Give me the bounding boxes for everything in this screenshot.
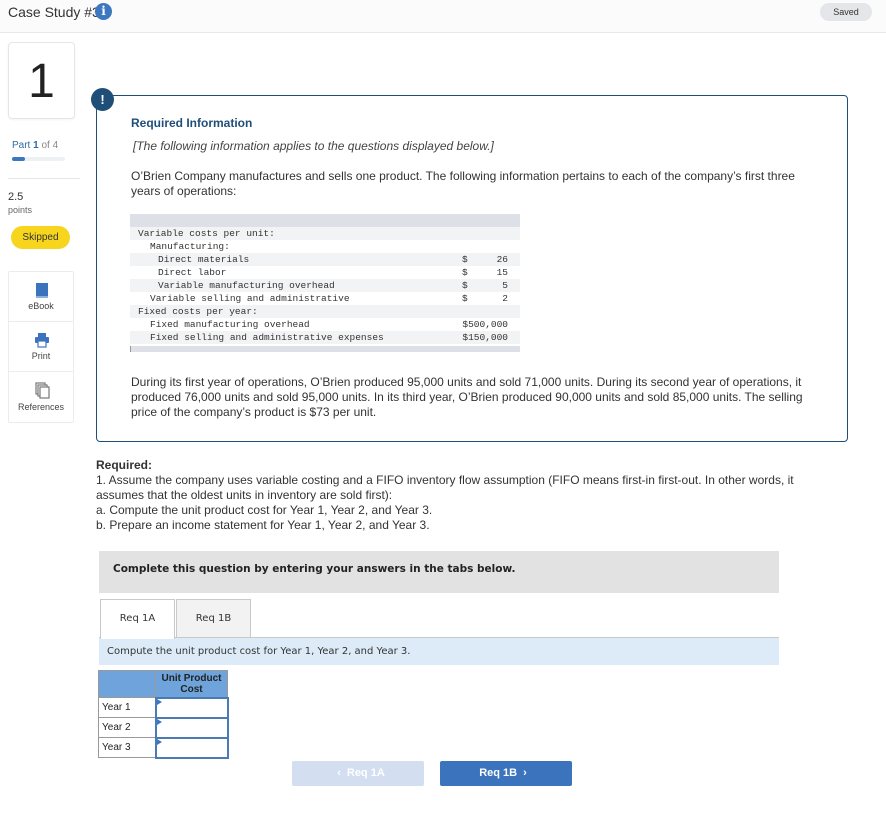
chevron-left-icon: ‹ (337, 767, 341, 779)
skipped-status-badge: Skipped (11, 226, 70, 249)
required-title: Required: (96, 458, 153, 472)
table-row: Year 1 (98, 696, 229, 719)
cost-row-label: Variable costs per unit: (138, 228, 275, 239)
cost-row-currency: $ (462, 280, 468, 291)
cost-row-amount: 26 (496, 254, 508, 265)
prev-req-1a-button[interactable]: ‹ Req 1A (292, 761, 424, 786)
row-label-year-1: Year 1 (98, 697, 156, 718)
book-icon (36, 283, 48, 298)
next-label: Req 1B (479, 767, 518, 779)
company-intro-text: O’Brien Company manufactures and sells o… (131, 169, 795, 198)
references-label: References (17, 402, 65, 412)
part-progress-bar (12, 157, 65, 161)
cost-row: Direct labor $15 (130, 266, 520, 279)
top-bar: Case Study #3 i Saved (0, 0, 886, 33)
question-number: 1 (8, 42, 75, 119)
references-button[interactable]: References (9, 372, 73, 422)
cost-table-header (130, 214, 520, 227)
year-3-cost-input[interactable] (156, 742, 225, 756)
cost-row-currency: $ (462, 293, 468, 304)
production-sales-text: During its first year of operations, O’B… (131, 375, 803, 419)
input-marker-icon (156, 738, 162, 745)
cost-row: Direct materials $26 (130, 253, 520, 266)
cost-row-label: Variable manufacturing overhead (158, 280, 335, 291)
part-progress-fill (12, 157, 26, 161)
print-button[interactable]: Print (9, 322, 73, 372)
cost-row-label: Manufacturing: (150, 241, 230, 252)
table-corner-cell (98, 670, 156, 698)
cost-row: Variable manufacturing overhead $5 (130, 279, 520, 292)
table-header-row: Unit Product Cost (98, 670, 228, 698)
cost-row-amount: 5 (502, 280, 508, 291)
year-1-cost-input[interactable] (156, 702, 225, 716)
input-marker-icon (156, 698, 162, 705)
part-indicator: Part 1 of 4 (12, 140, 58, 151)
input-marker-icon (156, 718, 162, 725)
row-label-year-3: Year 3 (98, 737, 156, 758)
alert-icon: ! (91, 88, 114, 111)
required-information-note: [The following information applies to th… (133, 139, 494, 153)
tools-panel: eBook Print References (8, 271, 74, 423)
cost-row-label: Direct labor (158, 267, 227, 278)
next-req-1b-button[interactable]: Req 1B › (440, 761, 572, 786)
year-2-cost-cell (154, 716, 229, 739)
year-3-cost-cell (154, 736, 229, 759)
ebook-button[interactable]: eBook (9, 272, 73, 322)
required-information-title: Required Information (131, 116, 253, 130)
cost-row-label: Direct materials (158, 254, 250, 265)
row-label-year-2: Year 2 (98, 717, 156, 738)
cost-row: Fixed selling and administrative expense… (130, 331, 520, 344)
required-line-b: b. Prepare an income statement for Year … (96, 518, 430, 532)
complete-instruction-bar: Complete this question by entering your … (99, 551, 779, 593)
ebook-label: eBook (28, 301, 54, 311)
part-prefix: Part (12, 140, 31, 151)
info-icon[interactable]: i (95, 3, 112, 20)
part-total: of 4 (41, 140, 59, 151)
cost-table-body: Variable costs per unit: Manufacturing: Di… (130, 227, 520, 344)
cost-row-label: Fixed selling and administrative expense… (150, 332, 384, 343)
tab-instruction: Compute the unit product cost for Year 1… (99, 637, 779, 665)
printer-icon (35, 333, 49, 348)
tab-req-1b[interactable]: Req 1B (176, 599, 251, 638)
required-line-1: 1. Assume the company uses variable cost… (96, 473, 794, 502)
cost-row-amount: 15 (496, 267, 508, 278)
cost-table-footer (130, 346, 520, 352)
cost-row-label: Variable selling and administrative (150, 293, 350, 304)
cost-row-label: Fixed costs per year: (138, 306, 258, 317)
cost-row: Manufacturing: (130, 240, 520, 253)
tab-req-1a[interactable]: Req 1A (100, 599, 175, 639)
cost-row-currency: $ (462, 267, 468, 278)
points-value: 2.5 (8, 191, 24, 203)
unit-product-cost-header: Unit Product Cost (155, 670, 228, 698)
cost-row: Variable selling and administrative $2 (130, 292, 520, 305)
cost-row-amount: 2 (502, 293, 508, 304)
saved-status-badge: Saved (820, 3, 872, 21)
cost-row-currency: $ (462, 254, 468, 265)
documents-icon (35, 382, 50, 399)
sidebar-divider (8, 178, 80, 179)
points-label: points (8, 205, 33, 215)
prev-label: Req 1A (346, 767, 385, 779)
year-1-cost-cell (154, 696, 229, 719)
cost-row: Variable costs per unit: (130, 227, 520, 240)
year-2-cost-input[interactable] (156, 722, 225, 736)
cost-row-label: Fixed manufacturing overhead (150, 319, 310, 330)
unit-product-cost-table: Unit Product Cost Year 1 Year 2 Year 3 (98, 670, 229, 759)
table-row: Year 2 (98, 716, 229, 739)
part-current: 1 (33, 140, 39, 151)
table-row: Year 3 (98, 736, 229, 759)
cost-row: Fixed manufacturing overhead $500,000 (130, 318, 520, 331)
cost-row-amount: $150,000 (462, 332, 508, 343)
print-label: Print (31, 351, 51, 361)
required-line-a: a. Compute the unit product cost for Yea… (96, 503, 433, 517)
cost-row: Fixed costs per year: (130, 305, 520, 318)
cost-row-amount: $500,000 (462, 319, 508, 330)
assignment-title: Case Study #3 (8, 4, 100, 20)
cost-data-table: Variable costs per unit: Manufacturing: Di… (130, 214, 520, 352)
chevron-right-icon: › (523, 767, 527, 779)
required-section: Required: 1. Assume the company uses var… (96, 458, 836, 533)
